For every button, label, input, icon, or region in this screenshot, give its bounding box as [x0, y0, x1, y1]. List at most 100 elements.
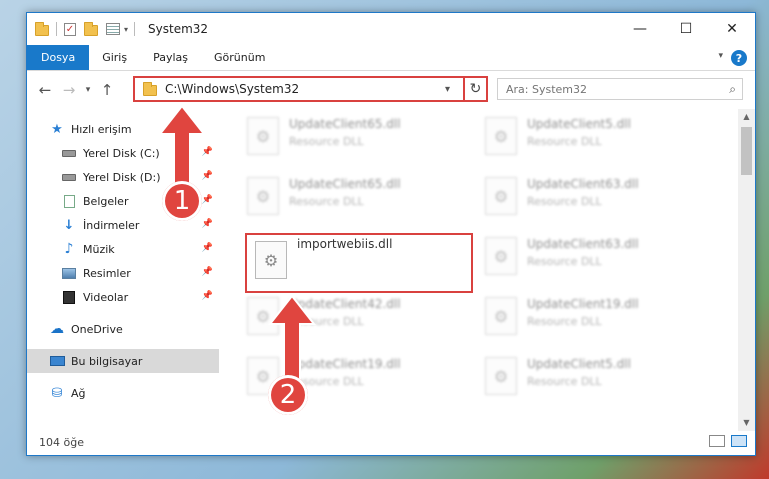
details-view-icon[interactable] [709, 435, 725, 447]
sidebar-item-label: OneDrive [71, 322, 123, 336]
file-type: Resource DLL [527, 315, 602, 328]
network-icon: ⛁ [51, 385, 63, 401]
picture-icon [61, 266, 77, 280]
sidebar-item-pictures[interactable]: Resimler 📌 [27, 261, 219, 285]
recent-locations-chevron-icon[interactable]: ▾ [81, 85, 95, 95]
dll-file-icon: ⚙ [485, 297, 517, 335]
view-switcher [709, 435, 747, 447]
search-icon[interactable]: ⌕ [729, 82, 736, 97]
window-title: System32 [148, 22, 209, 36]
scroll-up-arrow-icon[interactable]: ▲ [738, 109, 755, 125]
film-icon [61, 290, 77, 304]
tab-home[interactable]: Giriş [89, 45, 140, 70]
title-bar: ✓ ▾ System32 — ☐ ✕ [27, 13, 755, 45]
title-divider [134, 22, 136, 36]
refresh-button[interactable]: ↻ [463, 76, 488, 102]
tab-file[interactable]: Dosya [27, 45, 90, 70]
tab-share[interactable]: Paylaş [140, 45, 201, 70]
file-name: UpdateClient5.dll [527, 357, 631, 371]
pin-icon[interactable]: 📌 [202, 219, 213, 229]
address-dropdown-chevron-icon[interactable]: ▾ [445, 84, 450, 95]
file-type: Resource DLL [289, 195, 364, 208]
status-bar: 104 öğe [27, 429, 755, 455]
drive-icon [61, 170, 77, 184]
search-input[interactable] [506, 82, 706, 96]
file-type: Resource DLL [527, 255, 602, 268]
dll-file-icon: ⚙ [255, 241, 287, 279]
music-note-icon: ♪ [64, 241, 74, 257]
document-icon [61, 194, 77, 208]
quick-access-toolbar: ✓ ▾ [35, 22, 128, 36]
drive-icon [61, 146, 77, 160]
file-name: UpdateClient63.dll [527, 177, 639, 191]
computer-icon [49, 354, 65, 368]
file-type: Resource DLL [527, 135, 602, 148]
list-item[interactable]: ⚙ UpdateClient5.dll Resource DLL [477, 349, 713, 407]
file-type: Resource DLL [289, 135, 364, 148]
target-file-item[interactable]: ⚙ importwebiis.dll [245, 233, 473, 293]
list-item[interactable]: ⚙ UpdateClient65.dll Resource DLL [239, 169, 475, 227]
item-count: 104 öğe [39, 435, 84, 449]
toolbar-divider [56, 22, 57, 36]
forward-arrow-icon[interactable]: → [57, 81, 81, 99]
new-folder-icon[interactable] [84, 22, 98, 36]
address-path[interactable]: C:\Windows\System32 [165, 82, 445, 96]
sidebar-item-label: Yerel Disk (C:) [83, 146, 160, 160]
scroll-thumb[interactable] [741, 127, 752, 175]
file-name: UpdateClient63.dll [527, 237, 639, 251]
address-bar[interactable]: C:\Windows\System32 ▾ [133, 76, 488, 102]
dll-file-icon: ⚙ [485, 177, 517, 215]
cloud-icon: ☁ [50, 321, 64, 337]
refresh-icon: ↻ [469, 81, 482, 97]
list-item[interactable]: ⚙ UpdateClient63.dll Resource DLL [477, 229, 713, 287]
expand-ribbon-chevron-icon[interactable]: ▾ [718, 51, 723, 61]
file-name: UpdateClient65.dll [289, 177, 401, 191]
sidebar-item-network[interactable]: ⛁ Ağ [27, 381, 219, 405]
maximize-button[interactable]: ☐ [663, 13, 709, 45]
file-type: Resource DLL [527, 195, 602, 208]
annotation-step-2: 2 [268, 375, 308, 415]
up-arrow-icon[interactable]: ↑ [95, 81, 119, 99]
sidebar-item-label: Bu bilgisayar [71, 354, 143, 368]
navigation-bar: ← → ▾ ↑ C:\Windows\System32 ▾ ↻ ⌕ [27, 71, 755, 109]
sidebar-item-label: Belgeler [83, 194, 129, 208]
minimize-button[interactable]: — [617, 13, 663, 45]
sidebar-item-music[interactable]: ♪ Müzik 📌 [27, 237, 219, 261]
sidebar-item-label: Hızlı erişim [71, 122, 132, 136]
dll-file-icon: ⚙ [247, 117, 279, 155]
sidebar-item-videos[interactable]: Videolar 📌 [27, 285, 219, 309]
search-box[interactable]: ⌕ [497, 78, 743, 100]
pin-icon[interactable]: 📌 [202, 291, 213, 301]
sidebar-item-this-pc[interactable]: Bu bilgisayar [27, 349, 219, 373]
vertical-scrollbar[interactable]: ▲ ▼ [738, 109, 755, 431]
annotation-step-1: 1 [162, 181, 202, 221]
dll-file-icon: ⚙ [485, 117, 517, 155]
ribbon-tabs: Dosya Giriş Paylaş Görünüm ▾ ? [27, 45, 755, 71]
sidebar-item-label: Videolar [83, 290, 129, 304]
close-button[interactable]: ✕ [709, 13, 755, 45]
list-item[interactable]: ⚙ UpdateClient65.dll Resource DLL [239, 109, 475, 167]
star-icon: ★ [51, 121, 63, 137]
file-name: UpdateClient19.dll [527, 297, 639, 311]
explorer-window: ✓ ▾ System32 — ☐ ✕ Dosya Giriş Paylaş Gö… [26, 12, 756, 456]
list-item[interactable]: ⚙ UpdateClient5.dll Resource DLL [477, 109, 713, 167]
properties-check-icon[interactable]: ✓ [64, 22, 76, 36]
download-arrow-icon: ↓ [63, 217, 75, 233]
explorer-body: ★ Hızlı erişim Yerel Disk (C:) 📌 Yerel D… [27, 109, 755, 431]
customize-toolbar-chevron-icon[interactable]: ▾ [124, 25, 128, 34]
back-arrow-icon[interactable]: ← [33, 81, 57, 99]
pin-icon[interactable]: 📌 [202, 267, 213, 277]
help-button[interactable]: ? [731, 50, 747, 66]
sidebar-item-label: Resimler [83, 266, 131, 280]
large-icons-view-icon[interactable] [731, 435, 747, 447]
tab-view[interactable]: Görünüm [201, 45, 278, 70]
list-item[interactable]: ⚙ UpdateClient63.dll Resource DLL [477, 169, 713, 227]
dll-file-icon: ⚙ [485, 357, 517, 395]
list-item[interactable]: ⚙ UpdateClient19.dll Resource DLL [477, 289, 713, 347]
sidebar-item-onedrive[interactable]: ☁ OneDrive [27, 317, 219, 341]
view-properties-icon[interactable] [106, 23, 120, 35]
pin-icon[interactable]: 📌 [202, 243, 213, 253]
